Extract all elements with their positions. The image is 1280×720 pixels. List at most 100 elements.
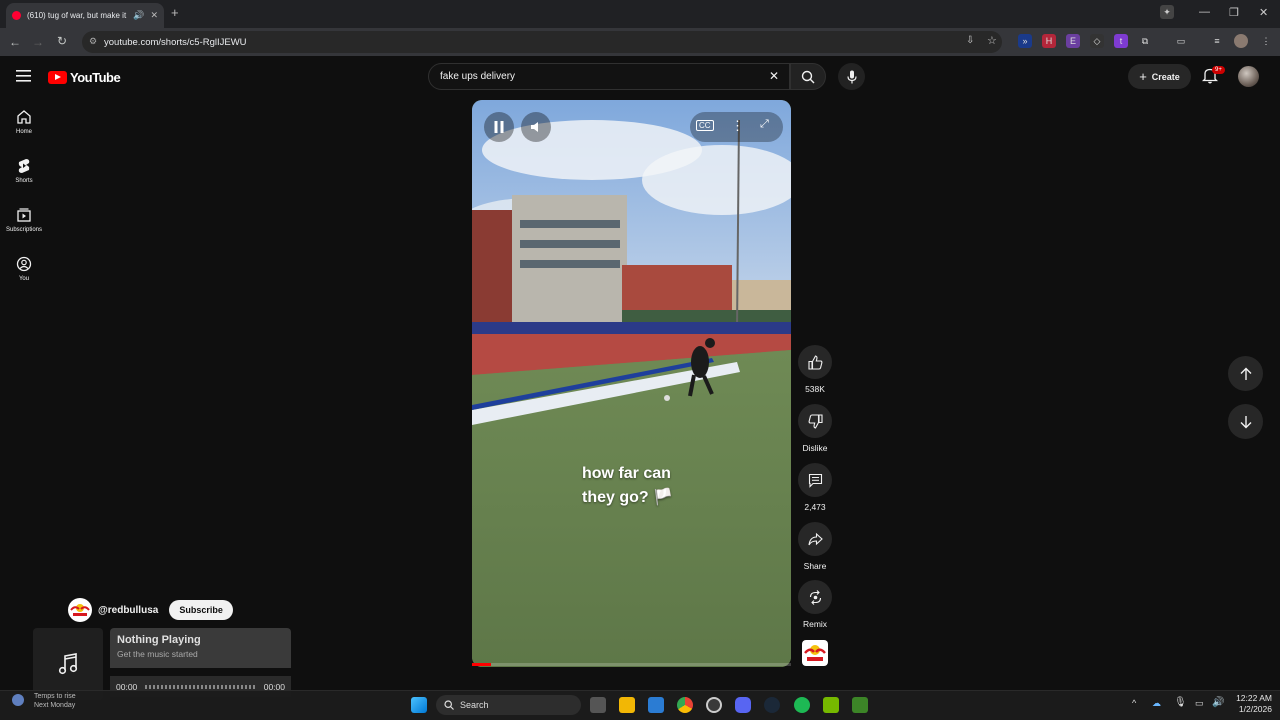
weather-widget[interactable]: Temps to rise Next Monday: [6, 692, 76, 710]
video-progress-bar[interactable]: [472, 663, 791, 666]
new-tab-icon[interactable]: +: [171, 5, 179, 20]
restore-icon[interactable]: ❐: [1229, 6, 1239, 19]
browser-menu-icon[interactable]: ⋮: [1259, 34, 1273, 48]
github-icon[interactable]: [706, 697, 722, 713]
browser-tab[interactable]: (610) tug of war, but make it 🔊 ✕: [6, 3, 164, 28]
onedrive-icon[interactable]: ☁: [1152, 698, 1161, 709]
volume-tray-icon[interactable]: 🔊: [1212, 697, 1224, 708]
home-icon: [17, 110, 31, 124]
steam-icon[interactable]: [764, 697, 780, 713]
sidebar-item-subscriptions[interactable]: Subscriptions: [0, 207, 48, 233]
tab-title: (610) tug of war, but make it: [27, 11, 127, 20]
cast-icon[interactable]: ▭: [1174, 34, 1188, 48]
file-explorer-icon[interactable]: [619, 697, 635, 713]
share-icon: [807, 532, 823, 545]
youtube-favicon-icon: [12, 11, 21, 20]
previous-short-button[interactable]: [1228, 356, 1263, 391]
minimize-icon[interactable]: —: [1199, 6, 1210, 18]
sidebar-item-you[interactable]: You: [0, 256, 48, 282]
forward-icon[interactable]: →: [26, 35, 50, 49]
sound-thumbnail-redbull[interactable]: [802, 640, 828, 666]
youtube-logo[interactable]: YouTube: [48, 70, 121, 85]
sidebar-item-home[interactable]: Home: [0, 109, 48, 135]
twitch-extension-icon[interactable]: t: [1114, 34, 1128, 48]
account-avatar[interactable]: [1238, 66, 1259, 87]
music-note-icon: [58, 653, 78, 675]
search-icon: [444, 700, 454, 710]
sidebar-item-label: Subscriptions: [5, 227, 43, 233]
browser-toolbar: ← → ↻ ⚙ youtube.com/shorts/c5-RglIJEWU ⇩…: [0, 28, 1280, 56]
now-playing-subtitle: Get the music started: [117, 649, 198, 659]
seek-track[interactable]: [145, 684, 256, 689]
tray-overflow-icon[interactable]: ^: [1132, 698, 1136, 708]
close-window-icon[interactable]: ✕: [1259, 6, 1268, 19]
share-button[interactable]: Share: [798, 522, 832, 571]
caption-line: how far can: [582, 465, 671, 482]
like-button[interactable]: 538K: [798, 345, 832, 394]
shorts-video-player[interactable]: [472, 100, 791, 667]
comments-button[interactable]: 2,473: [798, 463, 832, 512]
reload-icon[interactable]: ↻: [50, 34, 74, 48]
back-icon[interactable]: ←: [3, 35, 27, 49]
search-icon: [801, 70, 815, 83]
thumbs-up-icon: [807, 354, 822, 370]
store-icon[interactable]: [648, 697, 664, 713]
search-input[interactable]: fake ups delivery ✕: [428, 63, 790, 90]
sidebar-item-label: You: [18, 276, 30, 282]
dislike-button[interactable]: Dislike: [798, 404, 832, 453]
address-bar[interactable]: ⚙ youtube.com/shorts/c5-RglIJEWU ⇩ ☆: [82, 31, 1002, 53]
voice-search-button[interactable]: [838, 63, 865, 90]
site-info-icon[interactable]: ⚙: [89, 36, 97, 47]
subscribe-button[interactable]: Subscribe: [169, 600, 233, 620]
extension-icon[interactable]: E: [1066, 34, 1080, 48]
fullscreen-icon[interactable]: ⤢: [760, 118, 769, 131]
share-label: Share: [803, 561, 827, 571]
network-icon[interactable]: ▭: [1195, 698, 1204, 709]
volume-button[interactable]: [521, 112, 551, 142]
chrome-icon[interactable]: [677, 697, 693, 713]
close-tab-icon[interactable]: ✕: [150, 10, 158, 21]
plus-icon: +: [1139, 69, 1147, 84]
sidebar-item-shorts[interactable]: Shorts: [0, 158, 48, 184]
gemini-icon[interactable]: ✦: [1160, 5, 1174, 19]
channel-avatar[interactable]: [68, 598, 92, 622]
captions-icon[interactable]: CC: [696, 120, 714, 131]
clear-search-icon[interactable]: ✕: [769, 69, 779, 83]
extension-icon[interactable]: H: [1042, 34, 1056, 48]
create-label: Create: [1151, 71, 1180, 82]
nvidia-icon[interactable]: [823, 697, 839, 713]
taskbar-search[interactable]: Search: [436, 695, 581, 715]
dislike-label: Dislike: [802, 443, 828, 453]
menu-hamburger-icon[interactable]: [16, 69, 32, 88]
clock-date: 1/2/2026: [1238, 704, 1272, 714]
channel-name[interactable]: @redbullusa: [98, 605, 158, 616]
create-button[interactable]: + Create: [1128, 64, 1191, 89]
pause-icon: [494, 121, 504, 133]
video-caption: how far can they go? 🏳️: [582, 462, 673, 510]
now-playing-panel[interactable]: Nothing Playing Get the music started: [110, 628, 291, 668]
taskbar-clock[interactable]: 12:22 AM 1/2/2026: [1230, 693, 1272, 715]
search-query: fake ups delivery: [440, 71, 516, 82]
mic-tray-icon[interactable]: 🎙: [1174, 697, 1187, 708]
microphone-icon: [846, 70, 857, 83]
extension-icon[interactable]: ◇: [1090, 34, 1104, 48]
search-button[interactable]: [790, 63, 826, 90]
pause-button[interactable]: [484, 112, 514, 142]
progress-fill: [472, 663, 492, 666]
spotify-icon[interactable]: [794, 697, 810, 713]
extensions-puzzle-icon[interactable]: ⧉: [1138, 34, 1152, 48]
minecraft-icon[interactable]: [852, 697, 868, 713]
task-view-icon[interactable]: [590, 697, 606, 713]
windows-start-icon[interactable]: [411, 697, 427, 713]
more-options-icon[interactable]: ⋮: [731, 118, 744, 134]
extension-icon[interactable]: »: [1018, 34, 1032, 48]
next-short-button[interactable]: [1228, 404, 1263, 439]
profile-avatar-icon[interactable]: [1234, 34, 1248, 48]
discord-icon[interactable]: [735, 697, 751, 713]
speaker-icon[interactable]: 🔊: [133, 10, 144, 21]
remix-button[interactable]: Remix: [798, 580, 832, 629]
bookmark-star-icon[interactable]: ☆: [987, 34, 997, 47]
media-controls-icon[interactable]: ≡: [1210, 34, 1224, 48]
redbull-logo-icon: [70, 604, 90, 616]
install-icon[interactable]: ⇩: [966, 35, 974, 46]
